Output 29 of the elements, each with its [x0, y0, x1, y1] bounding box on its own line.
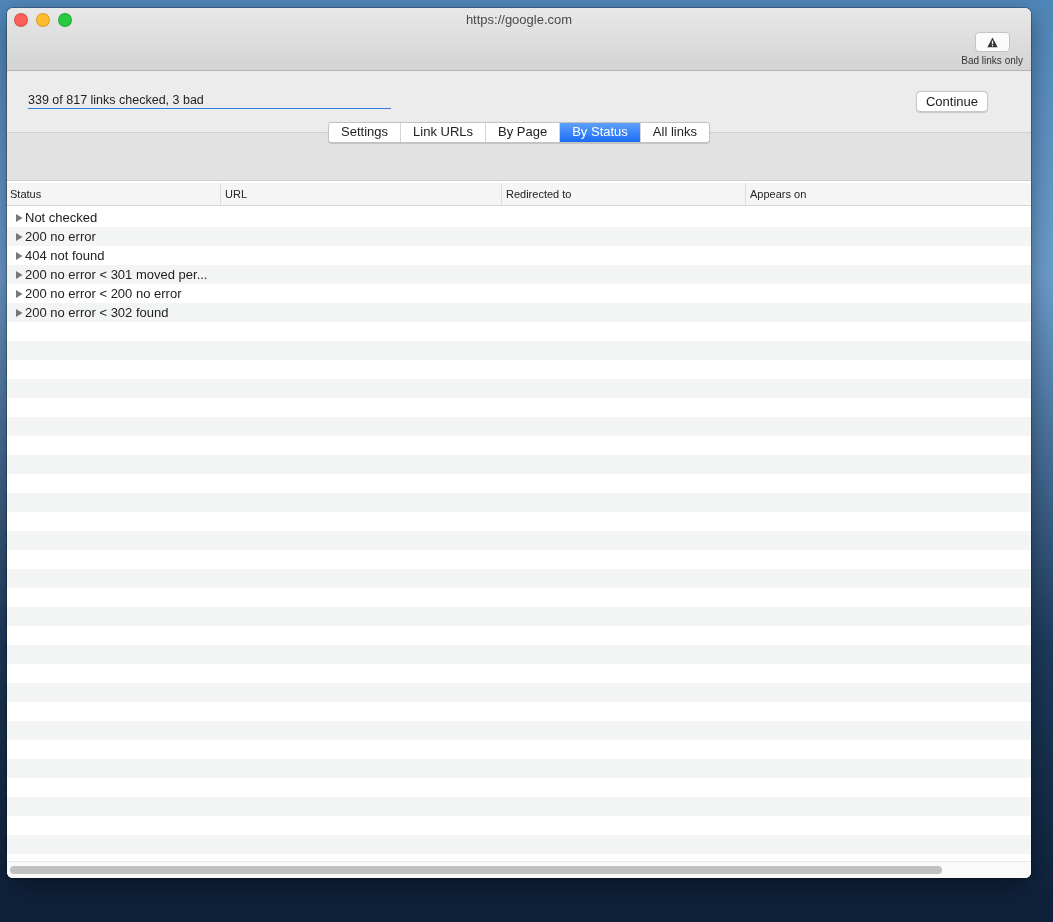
scrollbar-thumb[interactable]	[10, 866, 942, 874]
disclosure-triangle-icon[interactable]	[15, 308, 23, 317]
disclosure-triangle-icon[interactable]	[15, 289, 23, 298]
continue-button[interactable]: Continue	[915, 90, 988, 112]
tab[interactable]: All links	[639, 123, 709, 142]
tab[interactable]: Settings	[329, 123, 401, 142]
bad-links-only-button[interactable]: Bad links only	[961, 32, 1023, 66]
close-button[interactable]	[14, 13, 28, 27]
column-header[interactable]: Status	[10, 188, 42, 200]
status-cell[interactable]: 404 not found	[15, 248, 105, 263]
warning-icon	[986, 36, 998, 48]
status-cell[interactable]: 200 no error	[15, 229, 96, 244]
window-title: https://google.com	[465, 11, 573, 27]
tab[interactable]: By Status	[559, 123, 640, 142]
disclosure-triangle-icon[interactable]	[15, 270, 23, 279]
tab[interactable]: Link URLs	[400, 123, 486, 142]
disclosure-triangle-icon[interactable]	[15, 213, 23, 222]
column-header[interactable]: Redirected to	[506, 188, 572, 200]
zoom-button[interactable]	[58, 13, 72, 27]
tab[interactable]: By Page	[485, 123, 560, 142]
disclosure-triangle-icon[interactable]	[15, 251, 23, 260]
progress-text: 339 of 817 links checked, 3 bad	[28, 93, 391, 109]
column-header[interactable]: URL	[225, 188, 247, 200]
column-header[interactable]: Appears on	[750, 188, 807, 200]
status-cell[interactable]: 200 no error < 302 found	[15, 305, 169, 320]
disclosure-triangle-icon[interactable]	[15, 232, 23, 241]
status-cell[interactable]: 200 no error < 301 moved per...	[15, 267, 208, 282]
status-cell[interactable]: Not checked	[15, 210, 98, 225]
status-cell[interactable]: 200 no error < 200 no error	[15, 286, 182, 301]
